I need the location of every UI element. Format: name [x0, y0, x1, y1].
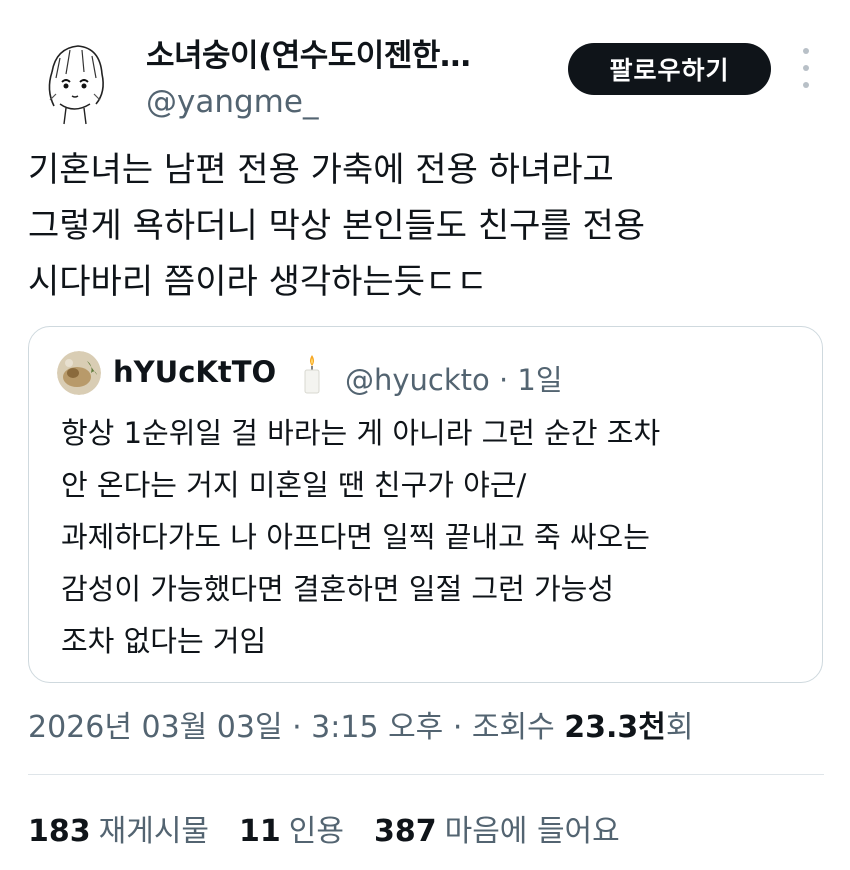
candle-icon — [301, 353, 323, 395]
follow-button[interactable]: 팔로우하기 — [568, 43, 771, 95]
reposts-count: 183 — [28, 814, 91, 849]
quoted-line: 조차 없다는 거임 — [61, 624, 267, 658]
quoted-author-avatar[interactable] — [57, 351, 101, 395]
engagement-stats: 183 재게시물 11 인용 387 마음에 들어요 — [28, 806, 650, 850]
author-avatar[interactable] — [26, 34, 122, 130]
more-vertical-icon[interactable] — [796, 48, 816, 88]
quoted-line: 감성이 가능했다면 결혼하면 일절 그런 가능성 — [61, 572, 615, 606]
quoted-tweet[interactable]: hYUcKtTO @hyuckto · 1일 항상 1순위일 걸 바라는 게 아… — [28, 326, 823, 683]
quoted-line: 과제하다가도 나 아프다면 일찍 끝내고 죽 싸오는 — [61, 520, 650, 554]
tweet-line: 시다바리 쯤이라 생각하는듯ㄷㄷ — [28, 262, 488, 302]
quoted-tweet-text: 항상 1순위일 걸 바라는 게 아니라 그런 순간 조차 안 온다는 거지 미혼… — [61, 407, 821, 667]
likes-stat[interactable]: 387 마음에 들어요 — [374, 806, 620, 850]
reposts-stat[interactable]: 183 재게시물 — [28, 806, 209, 850]
likes-label: 마음에 들어요 — [444, 814, 620, 849]
reposts-label: 재게시물 — [98, 814, 210, 849]
timestamp-text[interactable]: 2026년 03월 03일 · 3:15 오후 · 조회수 — [28, 710, 564, 745]
view-count-suffix: 회 — [665, 710, 694, 745]
quotes-count: 11 — [239, 814, 281, 849]
view-count: 23.3천 — [564, 710, 666, 745]
quoted-handle-time[interactable]: @hyuckto · 1일 — [345, 357, 563, 399]
quoted-line: 항상 1순위일 걸 바라는 게 아니라 그런 순간 조차 — [61, 416, 661, 450]
quoted-line: 안 온다는 거지 미혼일 땐 친구가 야근/ — [61, 468, 527, 502]
tweet-line: 그렇게 욕하더니 막상 본인들도 친구를 전용 — [28, 206, 646, 246]
tweet-text: 기혼녀는 남편 전용 가축에 전용 하녀라고 그렇게 욕하더니 막상 본인들도 … — [28, 142, 828, 310]
quoted-author-name[interactable]: hYUcKtTO — [113, 355, 276, 389]
tweet-line: 기혼녀는 남편 전용 가축에 전용 하녀라고 — [28, 150, 614, 190]
quotes-label: 인용 — [288, 814, 344, 849]
tweet-timestamp: 2026년 03월 03일 · 3:15 오후 · 조회수 23.3천회 — [28, 702, 693, 746]
likes-count: 387 — [373, 814, 437, 849]
divider — [28, 774, 824, 775]
author-name[interactable]: 소녀숭이(연수도이젠한… — [146, 30, 471, 75]
author-handle[interactable]: @yangme_ — [146, 84, 318, 120]
quotes-stat[interactable]: 11 인용 — [239, 806, 344, 850]
